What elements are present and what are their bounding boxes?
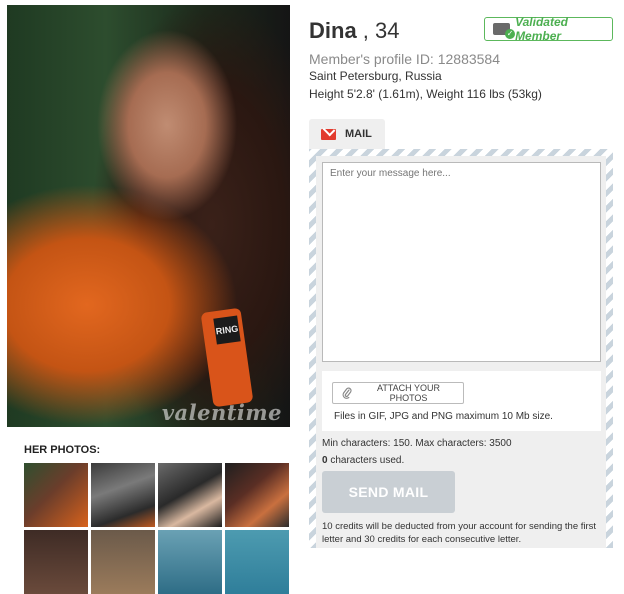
message-textarea[interactable] [322,162,601,362]
photo-thumbnail[interactable] [24,463,88,527]
envelope-icon [321,128,336,140]
profile-location: Saint Petersburg, Russia [309,69,442,83]
attach-photos-label: ATTACH YOUR PHOTOS [376,383,440,403]
photo-thumbnail[interactable] [225,463,289,527]
photo-thumbnail[interactable] [158,463,222,527]
chars-used: 0 characters used. [322,455,404,466]
profile-age: 34 [375,18,400,43]
profile-id-value: 12883584 [437,51,501,67]
mail-panel: ATTACH YOUR PHOTOS Files in GIF, JPG and… [309,149,613,548]
attach-section: ATTACH YOUR PHOTOS Files in GIF, JPG and… [322,371,601,431]
photo-thumbnail[interactable] [24,530,88,594]
photo-thumbnail[interactable] [91,530,155,594]
name-age-separator: , [356,18,376,43]
profile-id: Member's profile ID: 12883584 [309,51,500,67]
mail-form: ATTACH YOUR PHOTOS Files in GIF, JPG and… [316,156,606,548]
credits-note: 10 credits will be deducted from your ac… [322,521,597,545]
validated-badge-icon: ✓ [493,23,516,39]
her-photos-heading: HER PHOTOS: [24,444,101,456]
photo-watermark: valentime [161,400,282,425]
profile-height-weight: Height 5'2.8' (1.61m), Weight 116 lbs (5… [309,87,542,101]
main-profile-photo[interactable]: RING valentime [7,5,290,427]
profile-id-label: Member's profile ID: [309,51,438,67]
photo-thumbnail[interactable] [225,530,289,594]
validated-member-badge: ✓ Validated Member [484,15,613,43]
tab-mail-label: MAIL [345,128,372,140]
photo-thumbnail[interactable] [158,530,222,594]
char-limits: Min characters: 150. Max characters: 350… [322,438,512,449]
wrist-wrap-label: RING [213,315,241,345]
profile-name-age: Dina , 34 [309,18,400,44]
profile-name: Dina [309,18,357,43]
send-mail-button[interactable]: SEND MAIL [322,471,455,513]
photo-thumbnail[interactable] [91,463,155,527]
files-note: Files in GIF, JPG and PNG maximum 10 Mb … [334,411,553,422]
chars-used-suffix: characters used. [327,455,405,466]
paperclip-icon [342,387,352,399]
validated-member-label: Validated Member [515,15,568,43]
attach-photos-button[interactable]: ATTACH YOUR PHOTOS [332,382,464,404]
tab-mail[interactable]: MAIL [309,119,385,149]
